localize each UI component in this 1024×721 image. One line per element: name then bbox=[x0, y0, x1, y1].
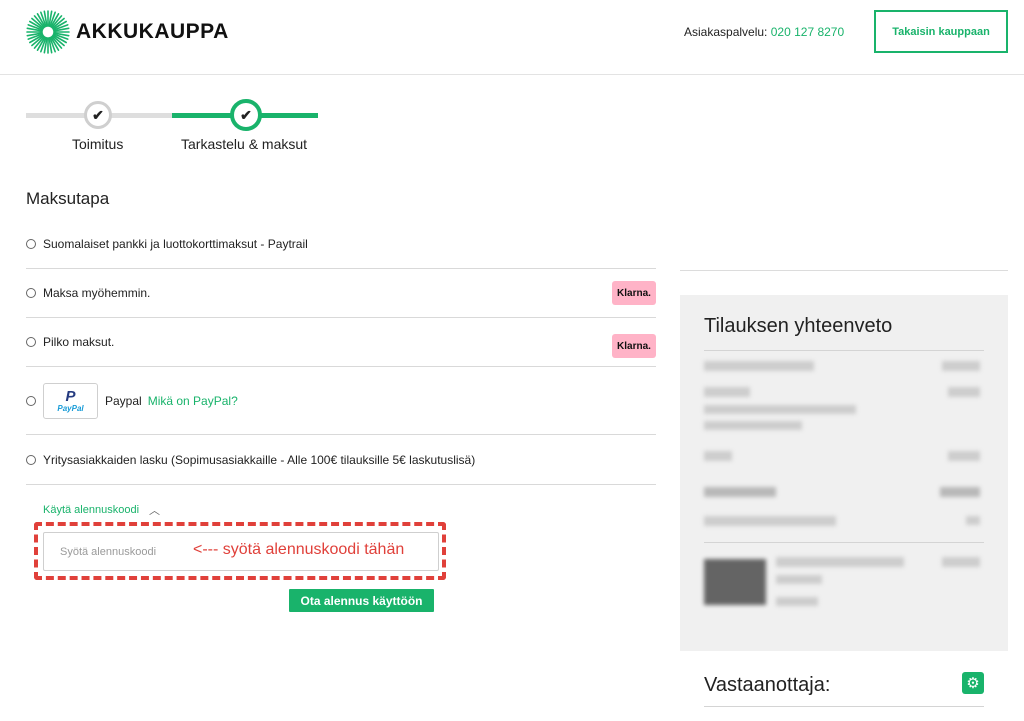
logo[interactable]: AKKUKAUPPA bbox=[26, 10, 229, 54]
blurred-text bbox=[704, 421, 802, 430]
divider bbox=[704, 706, 984, 707]
step-label-toimitus[interactable]: Toimitus bbox=[72, 136, 123, 152]
step-tarkastelu-circle: ✔ bbox=[230, 99, 262, 131]
blurred-text bbox=[942, 557, 980, 567]
payment-option-paypal[interactable]: P PayPal Paypal Mikä on PayPal? bbox=[26, 367, 656, 435]
gear-icon[interactable]: ⚙ bbox=[962, 672, 984, 694]
order-summary-panel: Tilauksen yhteenveto bbox=[680, 295, 1008, 651]
order-summary-title: Tilauksen yhteenveto bbox=[704, 315, 893, 337]
paypal-logo-icon: P PayPal bbox=[43, 382, 98, 419]
logo-text: AKKUKAUPPA bbox=[76, 20, 229, 43]
payment-method-title: Maksutapa bbox=[26, 189, 110, 208]
what-is-paypal-link[interactable]: Mikä on PayPal? bbox=[148, 394, 238, 408]
payment-option-label: Pilko maksut. bbox=[43, 335, 115, 349]
blurred-text bbox=[704, 487, 776, 497]
blurred-text bbox=[704, 361, 814, 371]
blurred-text bbox=[948, 387, 980, 397]
blurred-text bbox=[704, 516, 836, 526]
blurred-text bbox=[966, 516, 980, 525]
discount-toggle[interactable]: Käytä alennuskoodi ︿ bbox=[43, 502, 160, 518]
radio-button[interactable] bbox=[26, 239, 36, 249]
payment-option-label: Yritysasiakkaiden lasku (Sopimusasiakkai… bbox=[43, 452, 476, 467]
product-thumbnail bbox=[704, 559, 766, 605]
divider bbox=[704, 542, 984, 543]
step-toimitus-circle[interactable]: ✔ bbox=[84, 101, 112, 129]
payment-option-label: Maksa myöhemmin. bbox=[43, 286, 151, 300]
back-to-shop-button[interactable]: Takaisin kauppaan bbox=[874, 10, 1008, 53]
customer-service: Asiakaspalvelu: 020 127 8270 bbox=[684, 25, 844, 39]
blurred-text bbox=[776, 597, 818, 606]
klarna-badge: Klarna. bbox=[612, 281, 656, 305]
radio-button[interactable] bbox=[26, 288, 36, 298]
blurred-text bbox=[704, 451, 732, 461]
blurred-text bbox=[776, 557, 904, 567]
payment-option-paytrail[interactable]: Suomalaiset pankki ja luottokorttimaksut… bbox=[26, 220, 656, 269]
step-label-tarkastelu: Tarkastelu & maksut bbox=[181, 136, 308, 152]
check-icon: ✔ bbox=[92, 106, 104, 123]
recipient-title: Vastaanottaja: bbox=[704, 674, 831, 696]
blurred-text bbox=[948, 451, 980, 461]
divider bbox=[680, 270, 1008, 271]
site-header: AKKUKAUPPA Asiakaspalvelu: 020 127 8270 … bbox=[0, 0, 1024, 75]
radio-button[interactable] bbox=[26, 337, 36, 347]
payment-option-label: Paypal bbox=[105, 393, 142, 408]
payment-option-klarna-split[interactable]: Pilko maksut. Klarna. bbox=[26, 318, 656, 367]
blurred-text bbox=[942, 361, 980, 371]
annotation-text: <--- syötä alennuskoodi tähän bbox=[193, 541, 405, 558]
payment-option-klarna-later[interactable]: Maksa myöhemmin. Klarna. bbox=[26, 269, 656, 318]
logo-burst-icon bbox=[26, 10, 70, 54]
blurred-text bbox=[704, 405, 856, 414]
check-icon: ✔ bbox=[240, 106, 252, 123]
payment-option-label: Suomalaiset pankki ja luottokorttimaksut… bbox=[43, 237, 308, 251]
blurred-text bbox=[776, 575, 822, 584]
radio-button[interactable] bbox=[26, 395, 36, 406]
divider bbox=[704, 350, 984, 351]
klarna-badge: Klarna. bbox=[612, 334, 656, 358]
customer-service-label: Asiakaspalvelu: bbox=[684, 25, 768, 39]
chevron-up-icon: ︿ bbox=[149, 505, 161, 517]
radio-button[interactable] bbox=[26, 454, 36, 465]
payment-option-invoice[interactable]: Yritysasiakkaiden lasku (Sopimusasiakkai… bbox=[26, 435, 656, 485]
discount-toggle-label: Käytä alennuskoodi bbox=[43, 504, 140, 516]
blurred-text bbox=[940, 487, 980, 497]
customer-service-phone[interactable]: 020 127 8270 bbox=[771, 25, 844, 39]
blurred-text bbox=[704, 387, 750, 397]
apply-discount-button[interactable]: Ota alennus käyttöön bbox=[289, 589, 434, 612]
